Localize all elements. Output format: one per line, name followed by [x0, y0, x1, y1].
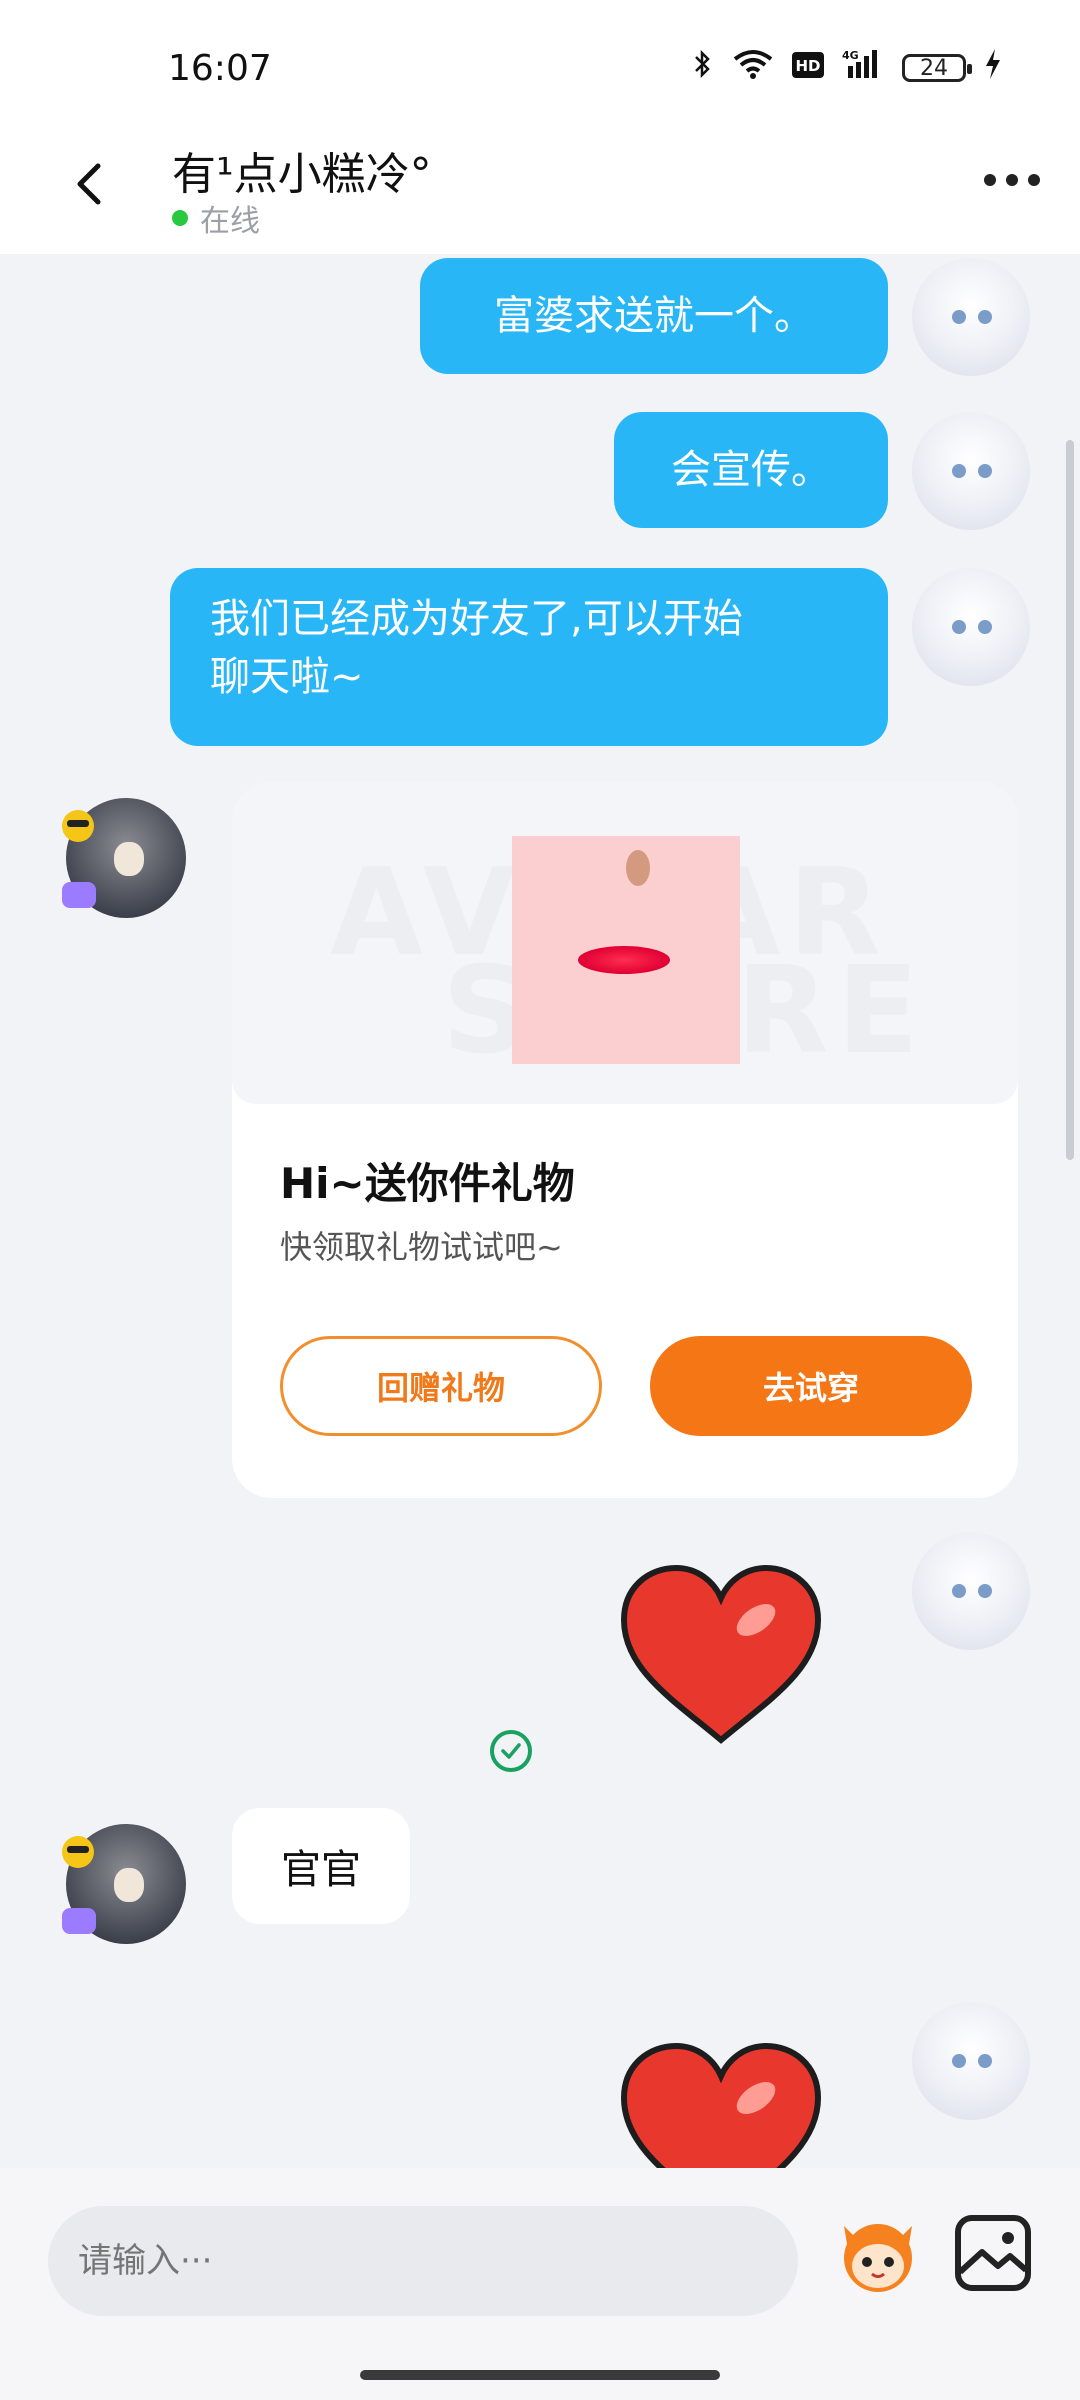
heart-sticker-icon[interactable]	[616, 1562, 826, 1748]
battery-icon: 24	[902, 54, 972, 82]
gift-hero: AVATAR STORE	[232, 782, 1018, 1104]
try-on-button[interactable]: 去试穿	[650, 1336, 972, 1436]
back-button[interactable]	[58, 148, 128, 218]
image-icon[interactable]	[952, 2212, 1034, 2294]
wifi-icon	[732, 49, 774, 87]
back-arrow-icon	[77, 163, 101, 205]
scrollbar[interactable]	[1066, 440, 1074, 1160]
home-indicator[interactable]	[360, 2370, 720, 2380]
signal-4g-icon: 4G	[842, 48, 884, 88]
hd-icon: HD	[792, 51, 824, 86]
chat-header: 有¹点小糕冷° 在线	[0, 130, 1080, 254]
my-avatar[interactable]	[912, 2002, 1030, 2120]
message-bubble[interactable]: 富婆求送就一个。	[420, 258, 888, 374]
status-icons: HD 4G 24	[692, 48, 1002, 88]
online-status-label: 在线	[200, 204, 260, 239]
return-gift-button[interactable]: 回赠礼物	[280, 1336, 602, 1436]
message-bubble[interactable]: 官官	[232, 1808, 410, 1924]
gift-image[interactable]	[512, 836, 740, 1064]
gift-card: AVATAR STORE Hi~送你件礼物 快领取礼物试试吧~ 回赠礼物 去试穿	[232, 782, 1018, 1498]
mascot-emoji-icon[interactable]	[830, 2204, 926, 2300]
online-status: 在线	[172, 196, 260, 240]
check-circle-icon	[490, 1730, 532, 1772]
sunglasses-emoji-icon	[62, 1836, 94, 1868]
svg-text:4G: 4G	[842, 49, 859, 62]
contact-name: 有¹点小糕冷°	[172, 149, 432, 200]
svg-text:HD: HD	[795, 57, 820, 75]
gift-subtitle: 快领取礼物试试吧~	[280, 1228, 563, 1266]
my-avatar[interactable]	[912, 258, 1030, 376]
message-bubble[interactable]: 我们已经成为好友了,可以开始 聊天啦~	[170, 568, 888, 746]
bluetooth-icon	[692, 48, 714, 88]
input-bar	[0, 2168, 1080, 2400]
more-button[interactable]	[984, 174, 1040, 186]
message-bubble[interactable]: 会宣传。	[614, 412, 888, 528]
my-avatar[interactable]	[912, 568, 1030, 686]
status-bar: 16:07 HD 4G 24	[0, 0, 1080, 130]
my-avatar[interactable]	[912, 412, 1030, 530]
status-time: 16:07	[168, 48, 272, 89]
contact-avatar[interactable]	[62, 1824, 186, 1944]
online-dot-icon	[172, 210, 188, 226]
contact-avatar[interactable]	[62, 798, 186, 918]
my-avatar[interactable]	[912, 1532, 1030, 1650]
gift-title: Hi~送你件礼物	[280, 1159, 575, 1208]
more-icon	[984, 174, 996, 186]
charging-icon	[984, 49, 1002, 87]
message-input[interactable]	[48, 2206, 798, 2316]
sunglasses-emoji-icon	[62, 810, 94, 842]
